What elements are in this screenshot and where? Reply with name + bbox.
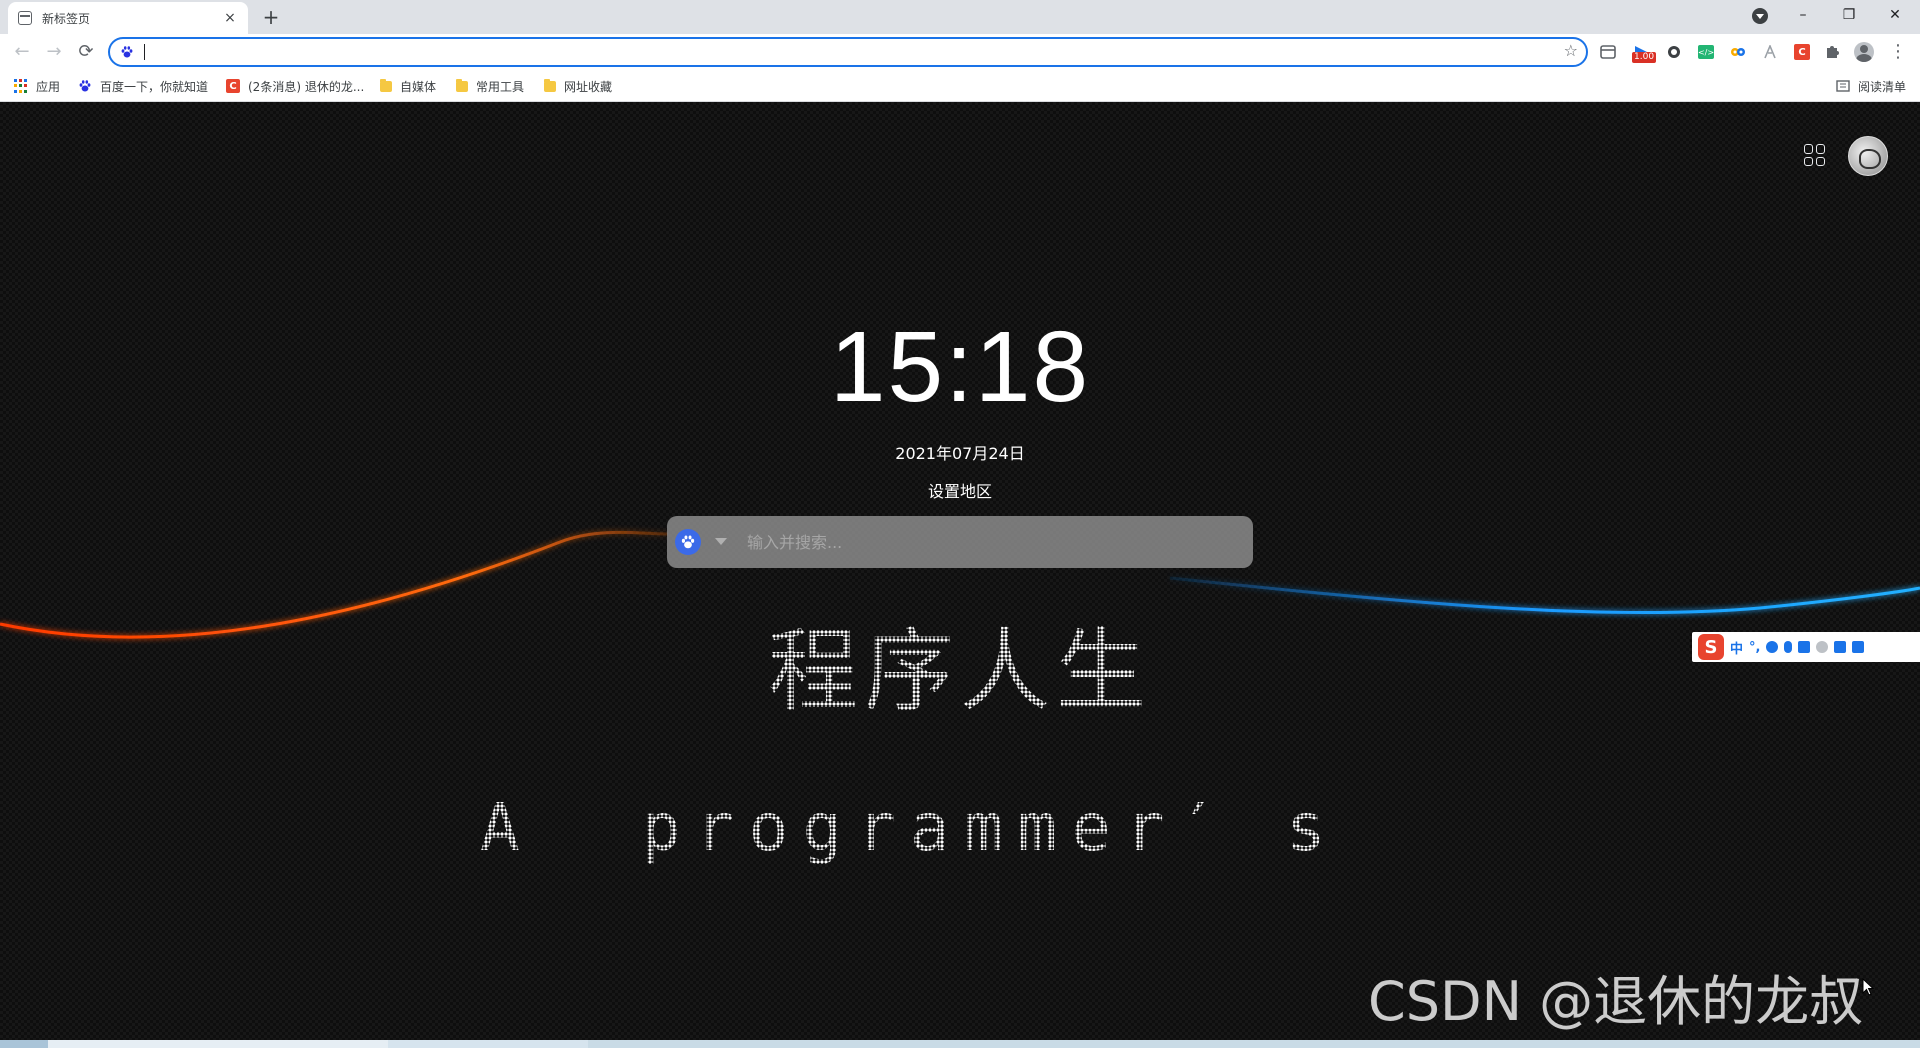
reading-list[interactable]: 阅读清单 <box>1836 76 1906 96</box>
tab-title: 新标签页 <box>42 11 91 26</box>
forward-button[interactable]: → <box>40 38 68 66</box>
microphone-icon[interactable] <box>1784 641 1793 653</box>
ime-punctuation-toggle[interactable]: °, <box>1749 640 1760 655</box>
bookmark-star-icon[interactable]: ☆ <box>1564 41 1578 60</box>
bookmark-label: 网址收藏 <box>564 79 613 94</box>
tab-close-button[interactable]: × <box>222 10 238 26</box>
new-tab-button[interactable]: + <box>258 4 284 30</box>
extensions-puzzle-icon[interactable] <box>1822 42 1842 62</box>
taskbar-strip <box>0 1040 1920 1048</box>
user-icon[interactable] <box>1816 641 1829 653</box>
clock-date: 2021年07月24日 <box>895 444 1025 463</box>
address-bar[interactable]: ☆ <box>108 37 1588 67</box>
csdn-watermark: CSDN @退休的龙叔 <box>1368 970 1864 1033</box>
new-tab-page: 15:18 2021年07月24日 设置地区 程序人生 A programmer… <box>0 102 1920 1040</box>
mouse-cursor-icon <box>1862 978 1875 996</box>
extension-owl-icon[interactable] <box>1728 42 1748 62</box>
bookmark-apps[interactable]: 应用 <box>14 76 60 96</box>
folder-icon <box>380 78 392 92</box>
csdn-c-icon: C <box>226 79 240 93</box>
restore-button[interactable]: ❐ <box>1826 0 1872 30</box>
extension-code-icon[interactable]: </> <box>1696 42 1716 62</box>
tab-search-icon[interactable] <box>1752 8 1768 24</box>
bookmark-label: (2条消息) 退休的龙... <box>248 79 365 94</box>
extension-csdn-icon[interactable]: C <box>1792 42 1812 62</box>
banner-title-chinese: 程序人生 <box>760 622 1160 722</box>
folder-icon <box>544 78 556 92</box>
extension-lambda-icon[interactable] <box>1760 42 1780 62</box>
reading-list-label: 阅读清单 <box>1858 79 1907 94</box>
bookmark-folder-favorites[interactable]: 网址收藏 <box>544 76 612 96</box>
profile-avatar-icon[interactable] <box>1854 42 1874 62</box>
bookmark-label: 常用工具 <box>476 79 525 94</box>
ime-toolbar[interactable]: S 中 °, <box>1692 632 1920 662</box>
search-box[interactable] <box>667 516 1253 568</box>
user-avatar[interactable] <box>1848 136 1888 176</box>
bookmark-label: 百度一下，你就知道 <box>100 79 209 94</box>
sogou-logo-icon[interactable]: S <box>1698 634 1724 660</box>
decorative-glow-lines <box>0 530 1920 639</box>
svg-text:</>: </> <box>1698 48 1714 57</box>
clock-time: 15:18 <box>829 311 1091 423</box>
apps-grid-icon <box>14 79 28 93</box>
emoji-icon[interactable] <box>1766 641 1779 653</box>
bookmark-baidu[interactable]: 百度一下，你就知道 <box>78 76 208 96</box>
back-button[interactable]: ← <box>8 38 36 66</box>
engine-dropdown-icon[interactable] <box>715 538 727 545</box>
bookmarks-bar: 应用 百度一下，你就知道 C (2条消息) 退休的龙... 自媒体 常用工具 网… <box>0 70 1920 102</box>
search-input[interactable] <box>747 528 1237 556</box>
extension-speed-badge: 1.00 <box>1632 52 1657 63</box>
bookmark-folder-media[interactable]: 自媒体 <box>380 76 436 96</box>
new-tab-page-icon <box>18 11 32 25</box>
tab-strip: 新标签页 × + – ❐ ✕ <box>0 0 1920 34</box>
close-window-button[interactable]: ✕ <box>1872 0 1918 30</box>
reload-button[interactable]: ⟳ <box>72 38 100 66</box>
extension-screenshot-icon[interactable] <box>1664 42 1684 62</box>
text-caret <box>144 44 145 60</box>
toolbox-grid-icon[interactable] <box>1852 641 1865 653</box>
bookmark-label: 应用 <box>36 79 61 94</box>
baidu-paw-icon <box>121 46 133 58</box>
extension-window-icon[interactable] <box>1598 42 1618 62</box>
folder-icon <box>456 78 468 92</box>
bookmark-label: 自媒体 <box>400 79 437 94</box>
browser-menu-button[interactable]: ⋮ <box>1888 38 1908 66</box>
banner-title-english: A programmer′ s life <box>480 789 1663 866</box>
set-region-link[interactable]: 设置地区 <box>760 478 1160 502</box>
ime-mode-toggle[interactable]: 中 <box>1730 638 1743 657</box>
minimize-button[interactable]: – <box>1780 0 1826 30</box>
baidu-engine-icon[interactable] <box>675 529 701 555</box>
bookmark-folder-tools[interactable]: 常用工具 <box>456 76 524 96</box>
apps-grid-icon[interactable] <box>1804 144 1826 166</box>
skin-shirt-icon[interactable] <box>1834 641 1847 653</box>
reading-list-icon <box>1836 80 1850 92</box>
baidu-paw-icon <box>79 80 91 92</box>
keyboard-icon[interactable] <box>1798 641 1811 653</box>
tab-new-tab[interactable]: 新标签页 × <box>8 2 248 34</box>
bookmark-csdn[interactable]: C (2条消息) 退休的龙... <box>226 76 364 96</box>
address-input[interactable] <box>146 42 1526 64</box>
